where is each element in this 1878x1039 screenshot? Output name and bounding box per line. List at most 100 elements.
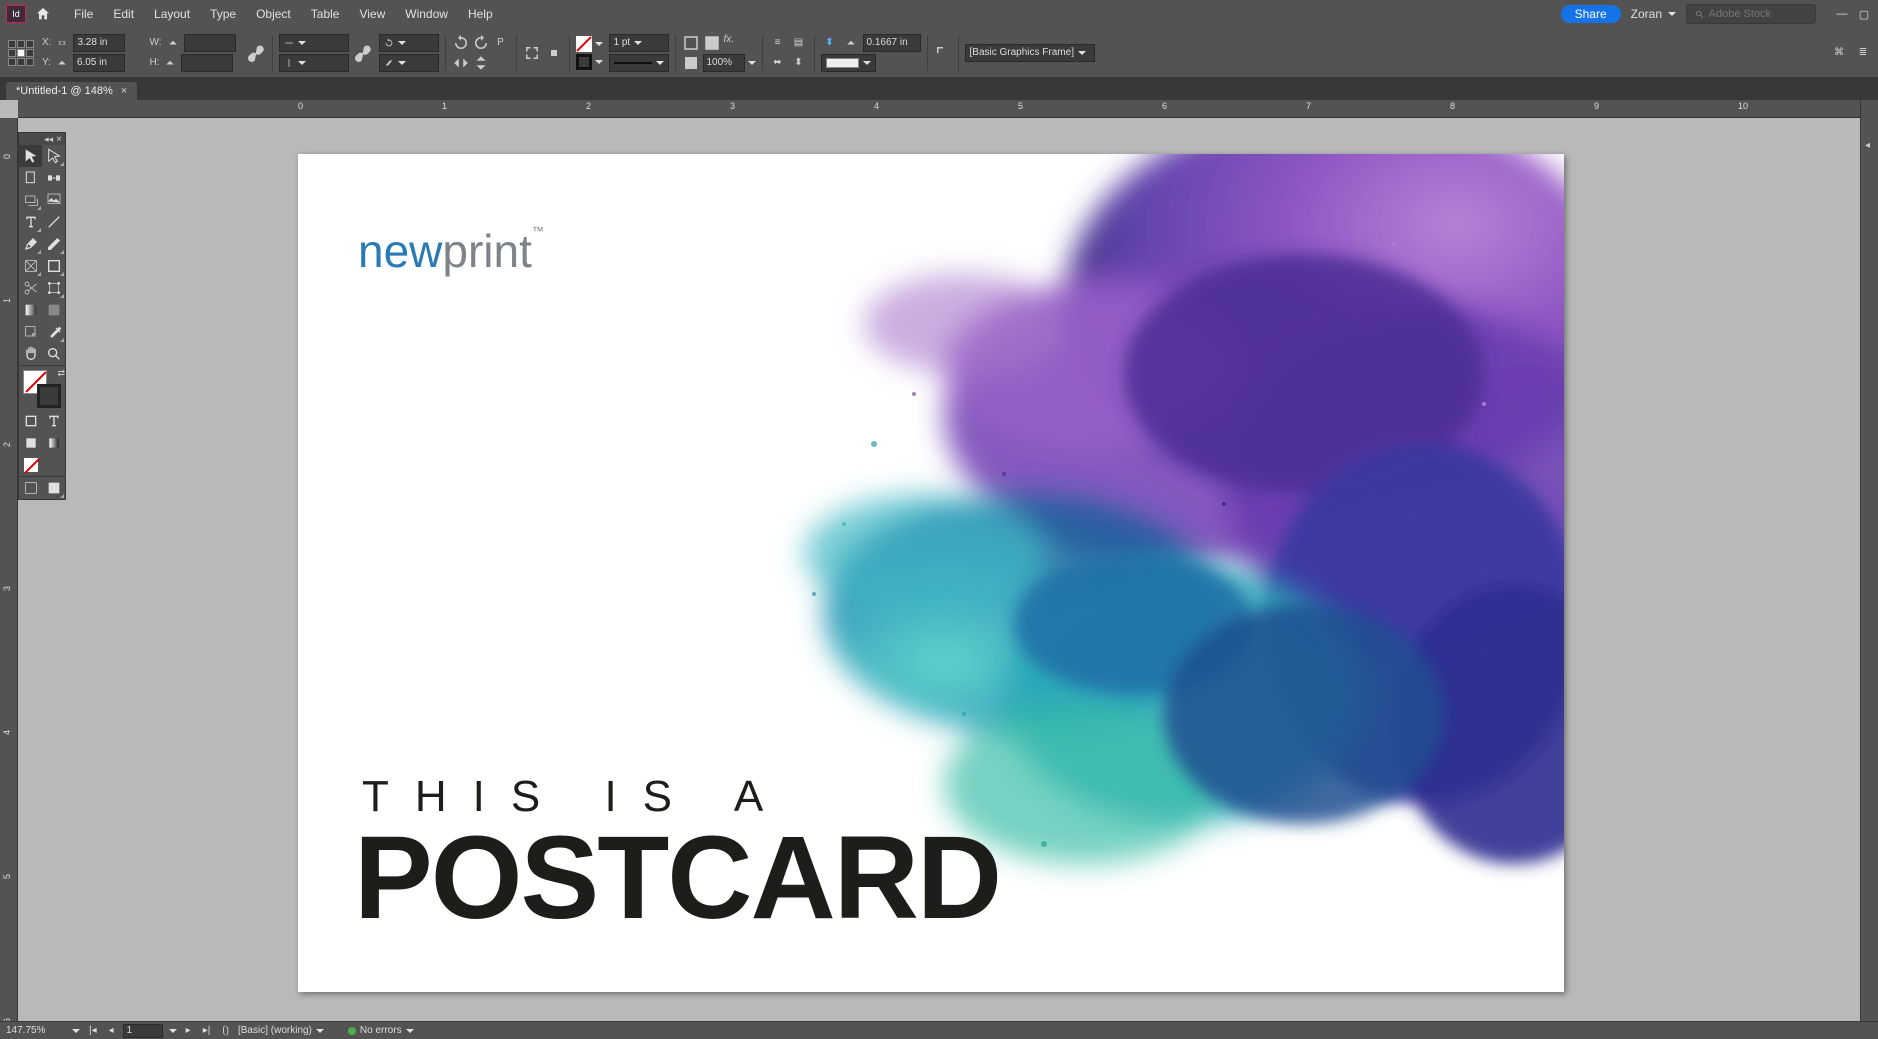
flip-horizontal-icon[interactable] [452,54,470,72]
stroke-weight-dropdown[interactable]: 1 pt [609,34,669,52]
last-page-icon[interactable]: ▸| [200,1025,214,1036]
apply-text-icon[interactable] [42,410,65,432]
rotate-ccw-icon[interactable] [452,34,470,52]
stepper-icon[interactable] [53,54,71,72]
fill-stroke-swatch[interactable]: ⇄ [19,366,67,406]
content-collector-tool[interactable] [19,189,42,211]
user-dropdown[interactable]: Zoran [1631,7,1676,21]
menu-table[interactable]: Table [301,0,350,28]
auto-fit-icon[interactable] [682,34,700,52]
object-style-dropdown[interactable]: [Basic Graphics Frame] [965,44,1095,62]
quick-apply-icon[interactable]: ⌘ [1830,44,1848,62]
preflight-preset-dropdown[interactable]: [Basic] (working) [238,1025,324,1036]
rotate-dropdown[interactable] [379,34,439,52]
horizontal-ruler[interactable]: 0 1 2 3 4 5 6 7 8 9 10 [18,100,1860,118]
page-tool[interactable] [19,167,42,189]
frame-constrain-icon[interactable]: ⬍ [821,34,839,52]
apply-none-icon[interactable] [19,454,42,476]
canvas-area[interactable]: newprint™ THIS IS A POSTCARD [18,118,1860,1021]
stroke-swatch-icon[interactable] [576,54,592,70]
note-tool[interactable] [19,321,42,343]
preflight-status[interactable]: No errors [348,1025,414,1036]
apply-container-icon[interactable] [19,410,42,432]
close-panel-icon[interactable]: × [56,134,62,145]
window-minimize-icon[interactable]: — [1834,8,1850,20]
view-mode-normal-icon[interactable] [19,477,42,499]
menu-type[interactable]: Type [200,0,246,28]
expand-panels-icon[interactable]: ◂ [1865,140,1870,151]
menu-window[interactable]: Window [395,0,458,28]
text-wrap-around-icon[interactable]: ▤ [790,34,808,52]
y-position-input[interactable] [73,54,125,72]
pencil-tool[interactable] [42,233,65,255]
chevron-down-icon[interactable] [72,1029,80,1033]
scale-y-dropdown[interactable] [279,54,349,72]
collapse-panel-icon[interactable]: ◂◂ [44,134,53,145]
zoom-tool[interactable] [42,343,65,365]
close-tab-icon[interactable]: × [121,85,127,97]
type-tool[interactable] [19,211,42,233]
document-tab[interactable]: *Untitled-1 @ 148% × [6,82,137,100]
stroke-type-dropdown[interactable] [609,54,669,72]
width-input[interactable] [184,34,236,52]
adobe-stock-input[interactable] [1709,8,1807,20]
gradient-feather-tool[interactable] [42,299,65,321]
fill-swatch-icon[interactable] [576,36,592,52]
opacity-icon[interactable] [682,54,700,72]
menu-edit[interactable]: Edit [103,0,144,28]
stepper-icon[interactable] [161,54,179,72]
pen-tool[interactable] [19,233,42,255]
rotate-cw-icon[interactable] [472,34,490,52]
clear-transform-icon[interactable]: P [492,34,510,52]
scale-x-dropdown[interactable] [279,34,349,52]
menu-view[interactable]: View [349,0,395,28]
chevron-down-icon[interactable] [748,61,756,65]
selection-tool[interactable] [19,145,42,167]
panel-menu-icon[interactable]: ≣ [1854,44,1872,62]
link-constrain-icon[interactable] [248,44,266,62]
apply-gradient-icon[interactable] [42,432,65,454]
menu-help[interactable]: Help [458,0,503,28]
gap-tool[interactable] [42,167,65,189]
height-input[interactable] [181,54,233,72]
menu-file[interactable]: File [64,0,103,28]
menu-layout[interactable]: Layout [144,0,200,28]
stroke-color-swatch[interactable] [37,384,61,408]
page-number-input[interactable] [123,1024,163,1038]
rectangle-frame-tool[interactable] [19,255,42,277]
flip-vertical-icon[interactable] [472,54,490,72]
frame-height-input[interactable] [863,34,921,52]
opacity-input[interactable] [703,54,745,72]
chevron-down-icon[interactable] [595,42,603,46]
line-tool[interactable] [42,211,65,233]
x-position-input[interactable] [73,34,125,52]
chevron-down-icon[interactable] [595,60,603,64]
vertical-ruler[interactable]: 0 1 2 3 4 5 6 [0,118,18,1021]
corner-options-icon[interactable] [934,44,952,62]
select-content-icon[interactable] [545,44,563,62]
swap-fill-stroke-icon[interactable]: ⇄ [57,368,65,379]
content-placer-tool[interactable] [42,189,65,211]
fill-frame-icon[interactable] [703,34,721,52]
prev-page-icon[interactable]: ◂ [106,1025,117,1036]
stepper-icon[interactable] [53,34,71,52]
select-container-icon[interactable] [523,44,541,62]
open-spread-icon[interactable]: ⟮⟯ [219,1025,232,1036]
chevron-down-icon[interactable] [169,1029,177,1033]
eyedropper-tool[interactable] [42,321,65,343]
hand-tool[interactable] [19,343,42,365]
apply-color-icon[interactable] [19,432,42,454]
free-transform-tool[interactable] [42,277,65,299]
view-mode-preview-icon[interactable] [42,477,65,499]
document-page[interactable]: newprint™ THIS IS A POSTCARD [298,154,1564,992]
direct-selection-tool[interactable] [42,145,65,167]
next-page-icon[interactable]: ▸ [183,1025,194,1036]
reference-point-selector[interactable] [6,38,36,68]
link-constrain-icon[interactable] [355,44,373,62]
home-icon[interactable] [32,3,54,25]
stepper-icon[interactable] [842,34,860,52]
zoom-level-input[interactable] [6,1025,66,1036]
align-vertical-icon[interactable]: ⬍ [790,54,808,72]
adobe-stock-search[interactable] [1686,4,1816,24]
rectangle-tool[interactable] [42,255,65,277]
